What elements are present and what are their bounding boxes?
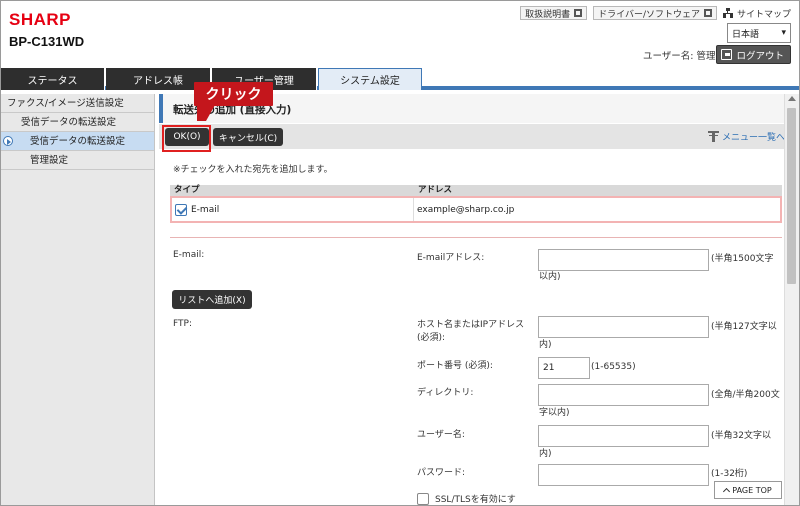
directory-label: ディレクトリ: bbox=[417, 388, 474, 398]
username-input[interactable] bbox=[538, 425, 709, 447]
external-link-icon bbox=[574, 9, 583, 17]
host-label: ホスト名またはIPアドレス bbox=[417, 320, 525, 330]
top-links: 取扱説明書 ドライバー/ソフトウェア サイトマップ bbox=[520, 6, 791, 20]
logout-button[interactable]: ログアウト bbox=[716, 45, 791, 64]
user-name: ユーザー名: 管理者 bbox=[642, 51, 725, 62]
tab-system-settings[interactable]: システム設定 bbox=[318, 68, 422, 90]
callout-tail bbox=[197, 105, 215, 121]
table-row: E-mail example@sharp.co.jp bbox=[170, 196, 782, 223]
tab-address-book-label: アドレス帳 bbox=[133, 75, 183, 87]
menu-list-label: メニュー一覧へ bbox=[721, 133, 785, 143]
email-hint-1: (半角1500文字 bbox=[711, 254, 774, 264]
manual-link[interactable]: 取扱説明書 bbox=[520, 6, 588, 20]
main-tabs: ステータス アドレス帳 ユーザー管理 システム設定 bbox=[1, 68, 799, 90]
sitemap-link[interactable]: サイトマップ bbox=[722, 7, 791, 20]
sidebar-item-management[interactable]: 管理設定 bbox=[1, 151, 154, 170]
sidebar-item-label: 管理設定 bbox=[30, 155, 69, 166]
language-select[interactable]: 日本語 ▾ bbox=[727, 23, 791, 43]
column-address: アドレス bbox=[418, 185, 453, 195]
ssl-label: SSL/TLSを有効にす bbox=[435, 495, 516, 505]
chevron-up-icon bbox=[723, 487, 731, 496]
password-label: パスワード: bbox=[417, 468, 466, 478]
back-to-menu-icon bbox=[707, 131, 719, 142]
ssl-option: SSL/TLSを有効にす bbox=[417, 492, 516, 505]
password-input[interactable] bbox=[538, 464, 709, 486]
click-callout: クリック bbox=[194, 82, 273, 106]
host-input[interactable] bbox=[538, 316, 709, 338]
sidebar-item-label: ファクス/イメージ送信設定 bbox=[7, 98, 124, 109]
sidebar-item-forward-settings-active[interactable]: 受信データの転送設定 bbox=[1, 132, 154, 151]
section-divider bbox=[170, 237, 782, 238]
port-hint: (1-65535) bbox=[591, 362, 636, 372]
language-value: 日本語 bbox=[732, 29, 760, 40]
sidebar-item-label: 受信データの転送設定 bbox=[21, 117, 117, 128]
host-label-required: (必須): bbox=[417, 333, 446, 343]
ok-button-highlight bbox=[162, 125, 211, 152]
external-link-icon bbox=[703, 9, 712, 17]
model-name: BP-C131WD bbox=[9, 34, 85, 49]
row-address: example@sharp.co.jp bbox=[417, 204, 515, 215]
table-header: タイプ アドレス bbox=[170, 185, 782, 196]
main-content: 転送先の追加 (直接入力) OK(O) キャンセル(C) メニュー一覧へ ※チェ… bbox=[159, 94, 785, 505]
note-text: ※チェックを入れた宛先を追加します。 bbox=[173, 165, 333, 175]
directory-hint-2: 字以内) bbox=[539, 408, 570, 418]
chevron-down-icon: ▾ bbox=[781, 28, 786, 38]
email-address-input[interactable] bbox=[538, 249, 709, 271]
browser-frame: SHARP BP-C131WD 取扱説明書 ドライバー/ソフトウェア サイトマッ… bbox=[0, 0, 800, 506]
driver-software-link[interactable]: ドライバー/ソフトウェア bbox=[593, 6, 717, 20]
email-hint-2: 以内) bbox=[539, 272, 561, 282]
sidebar-item-fax-image-send[interactable]: ファクス/イメージ送信設定 bbox=[1, 94, 154, 113]
port-input[interactable]: 21 bbox=[538, 357, 590, 379]
logout-icon bbox=[721, 49, 733, 60]
directory-hint-1: (全角/半角200文 bbox=[711, 390, 780, 400]
ssl-checkbox[interactable] bbox=[417, 492, 429, 505]
page-top-label: PAGE TOP bbox=[732, 485, 772, 495]
destination-table: タイプ アドレス E-mail example@sharp.co.jp bbox=[170, 185, 782, 223]
driver-link-label: ドライバー/ソフトウェア bbox=[598, 9, 700, 20]
action-bar: OK(O) キャンセル(C) メニュー一覧へ bbox=[159, 124, 785, 149]
sitemap-icon bbox=[722, 8, 733, 18]
sidebar-item-label: 受信データの転送設定 bbox=[30, 136, 126, 147]
username-hint-2: 内) bbox=[539, 449, 552, 459]
username-hint-1: (半角32文字以 bbox=[711, 431, 771, 441]
manual-link-label: 取扱説明書 bbox=[525, 9, 571, 20]
tab-status[interactable]: ステータス bbox=[1, 68, 105, 90]
brand-logo: SHARP bbox=[9, 10, 72, 29]
directory-input[interactable] bbox=[538, 384, 709, 406]
add-to-list-button[interactable]: リストへ追加(X) bbox=[172, 290, 252, 309]
tab-system-settings-label: システム設定 bbox=[340, 76, 400, 87]
current-arrow-icon bbox=[3, 136, 13, 146]
tab-status-label: ステータス bbox=[27, 75, 78, 87]
menu-list-link[interactable]: メニュー一覧へ bbox=[707, 130, 785, 143]
host-hint-2: 内) bbox=[539, 340, 552, 350]
column-type: タイプ bbox=[174, 185, 200, 195]
row-checkbox[interactable] bbox=[175, 203, 187, 216]
logout-label: ログアウト bbox=[736, 50, 784, 62]
page-top-button[interactable]: PAGE TOP bbox=[714, 481, 782, 499]
sidebar-item-forward-settings[interactable]: 受信データの転送設定 bbox=[1, 113, 154, 132]
row-type-cell: E-mail bbox=[172, 198, 414, 221]
sitemap-label: サイトマップ bbox=[736, 9, 791, 20]
port-label: ポート番号 (必須): bbox=[417, 361, 493, 371]
scroll-up-arrow-icon[interactable] bbox=[788, 96, 796, 101]
host-hint-1: (半角127文字以 bbox=[711, 322, 777, 332]
row-type: E-mail bbox=[191, 204, 220, 215]
scrollbar-thumb[interactable] bbox=[787, 108, 796, 284]
username-label: ユーザー名: bbox=[417, 430, 465, 440]
email-address-label: E-mailアドレス: bbox=[417, 253, 485, 263]
ftp-section-label: FTP: bbox=[173, 319, 192, 329]
email-section-label: E-mail: bbox=[173, 250, 205, 260]
sidebar: ファクス/イメージ送信設定 受信データの転送設定 受信データの転送設定 管理設定 bbox=[1, 94, 155, 505]
cancel-button[interactable]: キャンセル(C) bbox=[213, 128, 283, 146]
